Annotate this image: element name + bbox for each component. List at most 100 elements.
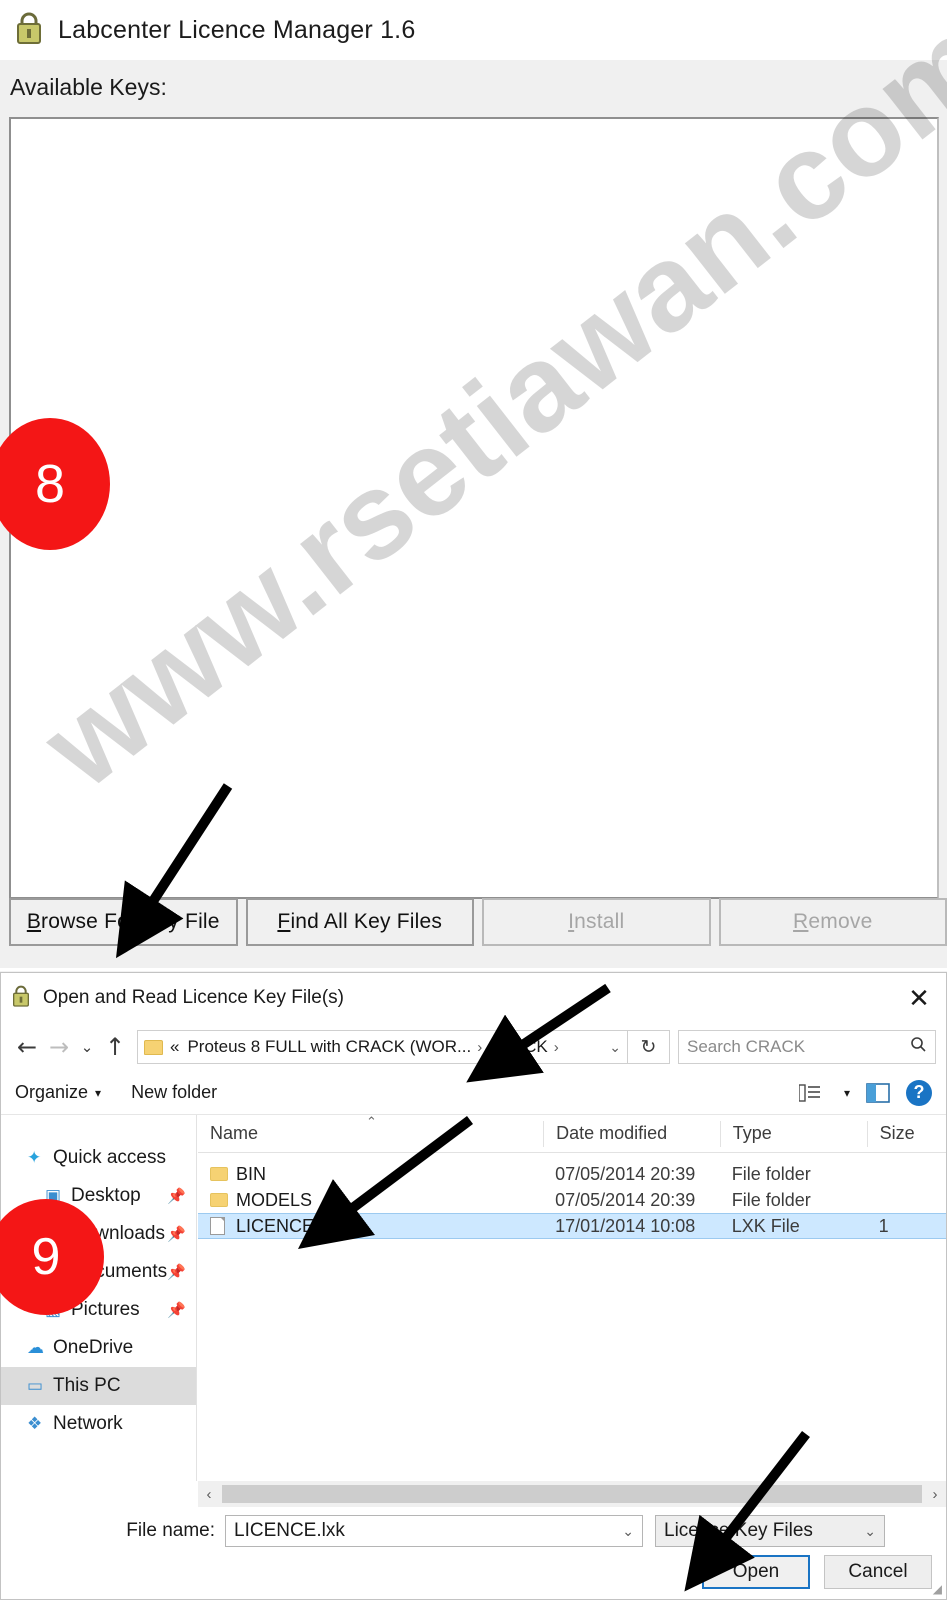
- file-name-label: MODELS: [236, 1189, 313, 1210]
- file-date-cell: 07/05/2014 20:39: [555, 1189, 696, 1210]
- remove-button-label: emove: [808, 910, 873, 933]
- file-type-cell: File folder: [731, 1189, 811, 1210]
- column-header-type[interactable]: Type: [719, 1120, 867, 1147]
- find-button-label: ind All Key Files: [290, 910, 443, 933]
- file-name-cell: MODELS: [198, 1190, 543, 1211]
- breadcrumb-current[interactable]: CRACK: [488, 1037, 548, 1057]
- sidebar-item-label: Network: [53, 1413, 123, 1434]
- scroll-left-icon[interactable]: ‹: [198, 1486, 220, 1503]
- remove-button: Remove: [718, 898, 947, 946]
- column-header-date-modified[interactable]: Date modified: [543, 1120, 720, 1147]
- browse-button-accel: B: [26, 910, 42, 933]
- cancel-button[interactable]: Cancel: [824, 1555, 932, 1589]
- file-size-cell: 1: [878, 1215, 889, 1236]
- chevron-down-icon[interactable]: ⌄: [599, 1039, 621, 1056]
- help-icon[interactable]: ?: [906, 1079, 932, 1106]
- search-box[interactable]: Search CRACK: [678, 1030, 936, 1064]
- pin-star-icon: ✦: [27, 1148, 42, 1167]
- sidebar-item-label: Desktop: [71, 1185, 141, 1206]
- recent-locations-icon[interactable]: ⌄: [75, 1030, 99, 1064]
- table-row[interactable]: BIN 07/05/2014 20:39 File folder: [198, 1161, 946, 1187]
- file-date-cell: 07/05/2014 20:39: [555, 1163, 696, 1184]
- install-button-label: nstall: [574, 910, 625, 933]
- file-icon: [210, 1217, 236, 1235]
- sidebar-item-network[interactable]: ❖ Network: [1, 1405, 196, 1443]
- file-type-filter-select[interactable]: Licence Key Files ⌄: [655, 1515, 885, 1547]
- folder-icon: [144, 1039, 163, 1055]
- sidebar-item-this-pc[interactable]: ▭ This PC: [1, 1367, 196, 1405]
- file-dialog-actions: Open Cancel: [702, 1555, 932, 1589]
- refresh-icon[interactable]: ↻: [628, 1030, 670, 1064]
- file-name-input[interactable]: LICENCE.lxk ⌄: [225, 1515, 643, 1547]
- column-header-size[interactable]: Size: [866, 1120, 946, 1147]
- lock-icon: [11, 984, 31, 1012]
- file-dialog-footer: File name: LICENCE.lxk ⌄ Licence Key Fil…: [1, 1507, 946, 1599]
- cloud-icon: ☁: [27, 1338, 44, 1357]
- file-name-row: File name: LICENCE.lxk ⌄ Licence Key Fil…: [1, 1513, 946, 1549]
- file-dialog-toolbar: Organize ▾ New folder ▾ ?: [1, 1071, 946, 1115]
- breadcrumb-parent[interactable]: Proteus 8 FULL with CRACK (WOR...: [187, 1037, 471, 1057]
- file-name-cell: BIN: [198, 1164, 543, 1185]
- find-button-accel: F: [277, 910, 291, 933]
- file-dialog-titlebar: Open and Read Licence Key File(s) ✕: [1, 973, 946, 1023]
- preview-pane-icon[interactable]: [866, 1082, 890, 1103]
- scroll-right-icon[interactable]: ›: [924, 1486, 946, 1503]
- monitor-icon: ▭: [27, 1376, 44, 1395]
- file-list-header: Name ⌃ Date modified Type Size: [198, 1114, 946, 1153]
- open-button[interactable]: Open: [702, 1555, 810, 1589]
- open-file-dialog: Open and Read Licence Key File(s) ✕ ← → …: [0, 972, 947, 1600]
- licence-manager-titlebar: Labcenter Licence Manager 1.6: [0, 0, 947, 60]
- licence-manager-body: Available Keys: Browse For Key File Find…: [0, 60, 947, 968]
- address-bar[interactable]: « Proteus 8 FULL with CRACK (WOR... › CR…: [137, 1030, 628, 1064]
- file-type-filter-value: Licence Key Files: [664, 1520, 813, 1541]
- column-header-name-label: Name: [210, 1123, 259, 1143]
- pin-icon: 📌: [167, 1302, 186, 1319]
- organize-menu[interactable]: Organize ▾: [15, 1082, 101, 1103]
- pin-icon: 📌: [167, 1188, 186, 1205]
- forward-icon: →: [48, 1033, 70, 1061]
- file-dialog-address-row: ← → ⌄ ↑ « Proteus 8 FULL with CRACK (WOR…: [1, 1023, 946, 1071]
- up-icon[interactable]: ↑: [99, 1030, 131, 1064]
- file-name-cell: LICENCE.lxk: [198, 1216, 543, 1237]
- licence-manager-title: Labcenter Licence Manager 1.6: [58, 15, 416, 44]
- table-row[interactable]: LICENCE.lxk 17/01/2014 10:08 LXK File 1: [198, 1213, 946, 1239]
- remove-button-accel: R: [793, 910, 809, 933]
- file-date-cell: 17/01/2014 10:08: [555, 1215, 696, 1236]
- breadcrumb-separator: ›: [477, 1038, 483, 1056]
- sort-ascending-icon: ⌃: [366, 1113, 377, 1129]
- file-type-cell: LXK File: [731, 1215, 800, 1236]
- table-row[interactable]: MODELS 07/05/2014 20:39 File folder: [198, 1187, 946, 1213]
- browse-for-key-file-button[interactable]: Browse For Key File: [9, 898, 238, 946]
- sidebar-item-quick-access[interactable]: ✦ Quick access: [1, 1139, 196, 1177]
- file-type-cell: File folder: [731, 1163, 811, 1184]
- available-keys-listbox[interactable]: [9, 117, 939, 899]
- close-icon[interactable]: ✕: [892, 973, 946, 1023]
- sidebar-item-onedrive[interactable]: ☁ OneDrive: [1, 1329, 196, 1367]
- search-placeholder: Search CRACK: [687, 1037, 806, 1056]
- chevron-down-icon[interactable]: ▾: [844, 1086, 850, 1100]
- available-keys-label: Available Keys:: [10, 74, 167, 100]
- folder-icon: [210, 1193, 236, 1207]
- new-folder-label: New folder: [131, 1082, 218, 1102]
- column-header-name[interactable]: Name ⌃: [198, 1114, 543, 1147]
- chevron-down-icon[interactable]: ⌄: [864, 1523, 876, 1540]
- resize-grip-icon[interactable]: ◢: [933, 1582, 942, 1596]
- find-all-key-files-button[interactable]: Find All Key Files: [245, 898, 474, 946]
- folder-icon: [210, 1167, 236, 1181]
- search-icon: [910, 1036, 927, 1058]
- new-folder-button[interactable]: New folder: [131, 1082, 217, 1103]
- view-layout-icon[interactable]: [798, 1083, 821, 1102]
- chevron-down-icon[interactable]: ⌄: [622, 1523, 634, 1540]
- file-name-label: LICENCE.lxk: [236, 1215, 342, 1236]
- file-name-input-value: LICENCE.lxk: [234, 1520, 345, 1541]
- network-icon: ❖: [27, 1414, 43, 1433]
- horizontal-scrollbar[interactable]: ‹ ›: [198, 1481, 946, 1507]
- file-name-label: BIN: [236, 1163, 267, 1184]
- chevron-down-icon: ▾: [95, 1085, 102, 1100]
- file-list: Name ⌃ Date modified Type Size BIN 07/05…: [198, 1114, 946, 1481]
- toolbar-right-group: ▾ ?: [798, 1079, 932, 1106]
- sidebar-item-label: OneDrive: [53, 1337, 134, 1358]
- back-icon[interactable]: ←: [11, 1030, 43, 1064]
- breadcrumb-separator-end: ›: [553, 1038, 559, 1056]
- scrollbar-thumb[interactable]: [222, 1485, 922, 1503]
